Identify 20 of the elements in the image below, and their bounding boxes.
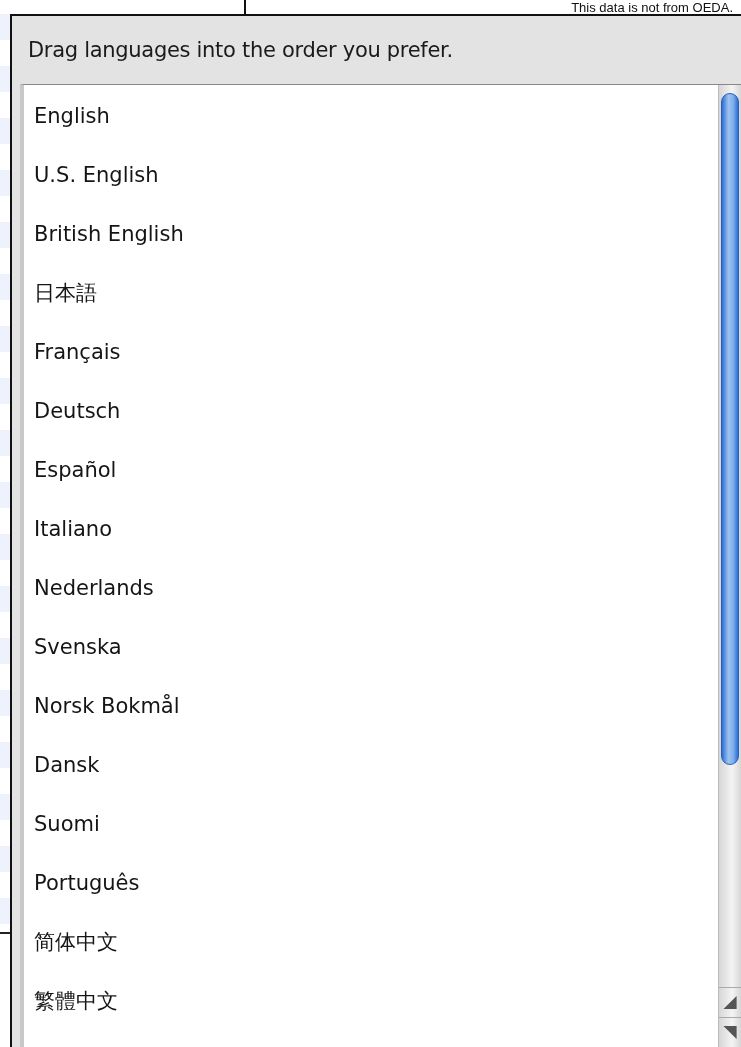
language-item[interactable]: Português [24,854,718,913]
note-text: This data is not from OEDA. [571,1,733,14]
language-item[interactable]: 简体中文 [24,913,718,972]
language-item[interactable]: Svenska [24,618,718,677]
language-item[interactable]: U.S. English [24,146,718,205]
language-item[interactable]: British English [24,205,718,264]
language-item[interactable]: 繁體中文 [24,972,718,1031]
language-item[interactable]: 日本語 [24,264,718,323]
scrollbar[interactable] [718,85,741,1047]
scroll-thumb[interactable] [721,93,739,765]
language-item[interactable]: Français [24,323,718,382]
language-item[interactable]: Italiano [24,500,718,559]
language-item[interactable]: Nederlands [24,559,718,618]
language-item[interactable]: Deutsch [24,382,718,441]
language-item[interactable]: Norsk Bokmål [24,677,718,736]
instruction-text: Drag languages into the order you prefer. [27,37,454,64]
language-item[interactable]: English [24,87,718,146]
language-item[interactable]: Dansk [24,736,718,795]
language-item[interactable]: Suomi [24,795,718,854]
language-item[interactable]: Español [24,441,718,500]
